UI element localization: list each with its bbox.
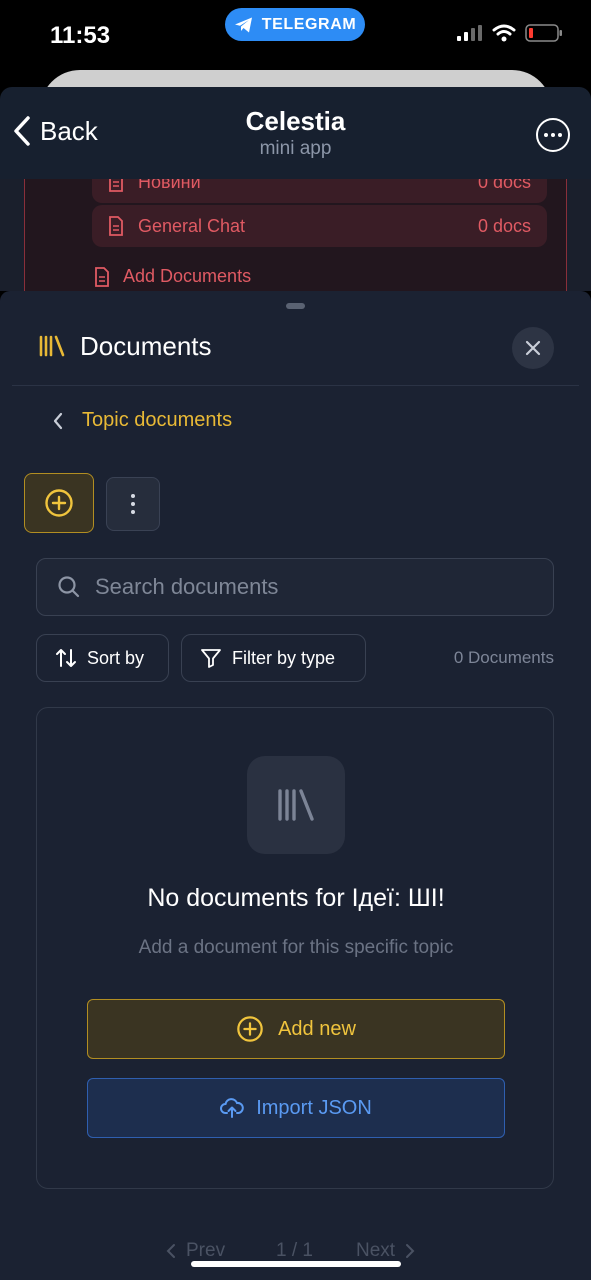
close-icon: [525, 340, 541, 356]
prev-label: Prev: [186, 1240, 226, 1261]
telegram-pill-label: TELEGRAM: [261, 15, 357, 33]
more-button[interactable]: [536, 118, 570, 152]
documents-sheet: Documents Topic documents Sort by Filter…: [0, 291, 591, 1280]
document-icon: [109, 216, 123, 236]
more-icon: [544, 133, 548, 137]
library-icon: [247, 756, 345, 854]
status-icons: [457, 24, 563, 42]
sort-button[interactable]: Sort by: [36, 634, 169, 682]
add-document-button[interactable]: [24, 473, 94, 533]
wifi-icon: [492, 24, 516, 42]
filter-label: Filter by type: [232, 647, 336, 668]
more-options-button[interactable]: [106, 477, 160, 531]
topic-row-count: 0 docs: [477, 179, 531, 192]
cloud-upload-icon: [220, 1098, 244, 1118]
sheet-title: Documents: [80, 331, 212, 361]
topic-row-label: General Chat: [138, 215, 246, 236]
chevron-left-icon: [53, 412, 63, 429]
prev-page-button[interactable]: Prev: [166, 1240, 225, 1262]
signal-icon: [457, 25, 482, 41]
page-indicator: 1 / 1: [276, 1240, 313, 1261]
import-json-label: Import JSON: [256, 1096, 372, 1119]
topic-row-count: 0 docs: [477, 215, 531, 236]
chevron-right-icon: [406, 1244, 415, 1258]
library-icon: [39, 335, 65, 357]
filter-icon: [201, 649, 221, 668]
search-input[interactable]: [95, 574, 515, 600]
document-count: 0 Documents: [453, 648, 554, 667]
sheet-header: Documents: [12, 315, 579, 386]
topic-row-general-chat[interactable]: General Chat 0 docs: [92, 205, 547, 247]
add-new-button[interactable]: Add new: [87, 999, 505, 1059]
next-label: Next: [356, 1240, 396, 1261]
close-button[interactable]: [512, 327, 554, 369]
document-icon: [95, 266, 109, 287]
breadcrumb[interactable]: Topic documents: [52, 409, 232, 432]
status-time: 11:53: [50, 22, 111, 49]
sheet-drag-handle[interactable]: [286, 303, 305, 309]
plus-circle-icon: [237, 1016, 263, 1042]
search-field[interactable]: [36, 558, 554, 616]
app-title: Celestia: [245, 106, 346, 136]
breadcrumb-label: Topic documents: [82, 409, 233, 431]
vertical-dots-icon: [131, 494, 135, 498]
add-new-label: Add new: [278, 1017, 356, 1040]
import-json-button[interactable]: Import JSON: [87, 1078, 505, 1138]
telegram-icon: [234, 17, 252, 32]
sort-label: Sort by: [87, 647, 145, 668]
empty-state-subtitle: Add a document for this specific topic: [138, 937, 454, 958]
add-documents-link[interactable]: Add Documents: [94, 266, 251, 287]
background-topic-list: Новини 0 docs General Chat 0 docs Add Do…: [0, 179, 591, 291]
chevron-left-icon: [166, 1244, 175, 1258]
plus-circle-icon: [45, 489, 73, 517]
telegram-pill[interactable]: TELEGRAM: [225, 8, 365, 41]
empty-state-card: No documents for Ідеї: ШІ! Add a documen…: [36, 707, 554, 1189]
next-page-button[interactable]: Next: [356, 1240, 415, 1262]
search-icon: [58, 576, 80, 598]
topic-row-label: Новини: [138, 179, 201, 192]
empty-state-title: No documents for Ідеї: ШІ!: [147, 884, 445, 912]
filter-button[interactable]: Filter by type: [181, 634, 366, 682]
document-icon: [109, 179, 123, 192]
battery-icon: [525, 24, 562, 42]
app-subtitle: mini app: [259, 138, 332, 159]
add-documents-label: Add Documents: [123, 266, 252, 286]
sort-icon: [56, 649, 76, 667]
topic-row-partial[interactable]: Новини 0 docs: [92, 179, 547, 203]
home-indicator[interactable]: [191, 1261, 401, 1267]
